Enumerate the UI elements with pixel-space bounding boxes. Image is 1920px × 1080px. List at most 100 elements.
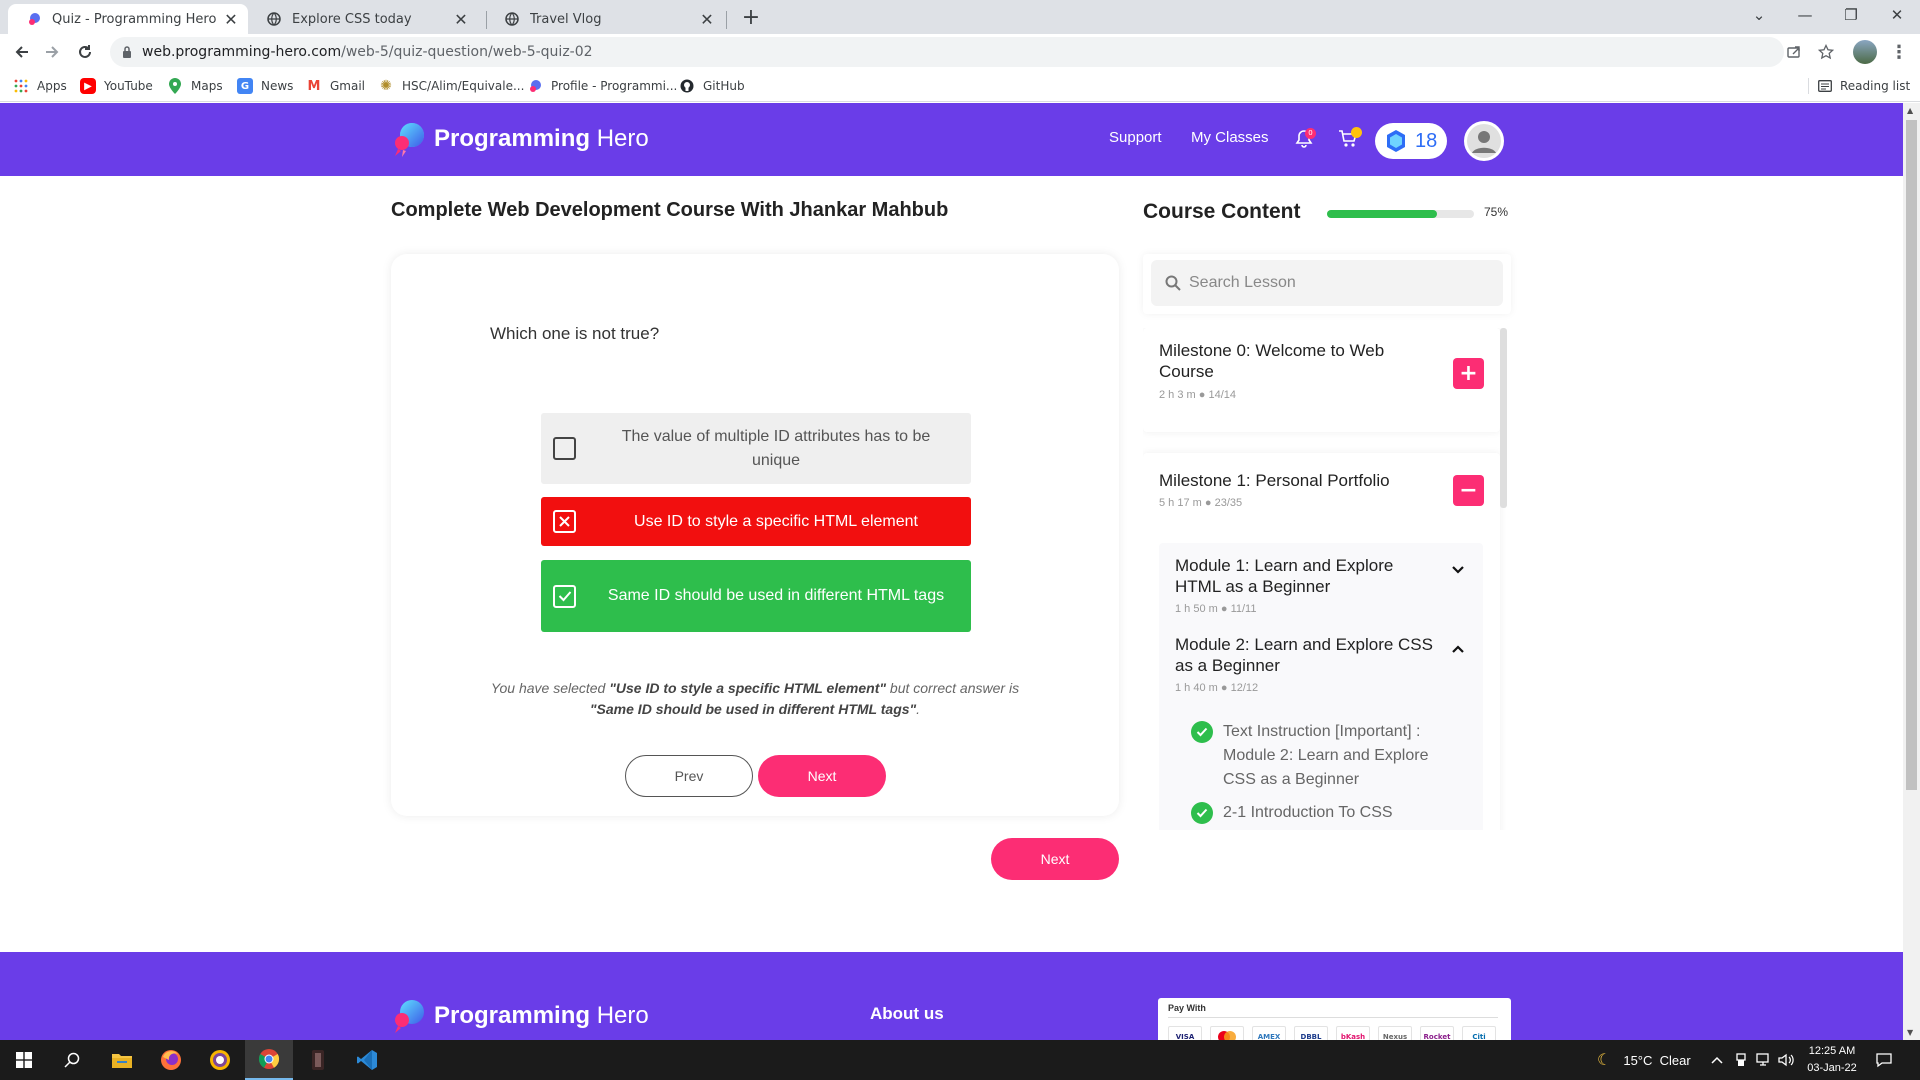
tab-title: Quiz - Programming Hero [52,11,217,27]
bookmark-youtube[interactable]: ▶ YouTube [80,70,153,102]
browser-menu-icon[interactable]: ⋮ [1890,42,1908,63]
lesson-list-scrollbar[interactable] [1500,328,1507,508]
bookmark-apps[interactable]: Apps [13,70,67,102]
milestone-1-card[interactable]: Milestone 1: Personal Portfolio 5 h 17 m… [1143,453,1500,830]
cart-badge [1351,127,1362,138]
tor-browser-icon[interactable] [196,1040,244,1080]
url-domain: web.programming-hero.com [142,44,342,60]
tab-separator [726,11,727,29]
windows-start-icon[interactable] [0,1040,48,1080]
tab-title: Explore CSS today [292,11,412,27]
expand-plus-icon[interactable]: + [1453,358,1484,389]
network-icon[interactable] [1756,1040,1772,1080]
lesson-item[interactable]: 2-1 Introduction To CSS [1191,801,1461,825]
next-lesson-button[interactable]: Next [991,838,1119,880]
browser-profile-avatar[interactable] [1853,40,1877,64]
logo-text-light: Hero [590,125,649,152]
file-explorer-icon[interactable] [98,1040,146,1080]
amex-card-icon: AMEX [1252,1026,1286,1040]
back-arrow-icon[interactable] [8,38,36,66]
shopping-cart-icon[interactable] [1336,127,1362,151]
programming-hero-favicon-icon [527,78,543,94]
chrome-icon[interactable] [245,1040,293,1080]
programming-hero-logo[interactable]: Programming Hero [392,121,649,157]
gems-counter[interactable]: 18 [1375,123,1447,159]
media-app-icon[interactable] [294,1040,342,1080]
chevron-up-icon[interactable] [1449,640,1467,658]
rocket-logo-icon [392,121,426,157]
module-meta: 1 h 50 m ● 11/11 [1175,603,1257,615]
logo-text-bold: Programming [434,125,591,152]
reload-icon[interactable] [71,38,99,66]
scroll-down-arrow-icon[interactable]: ▼ [1907,1028,1913,1037]
module-list: Module 1: Learn and Explore HTML as a Be… [1159,543,1483,830]
option-text: Use ID to style a specific HTML element [634,512,918,530]
quiz-option-1[interactable]: The value of multiple ID attributes has … [541,413,971,484]
footer-logo[interactable]: Programming Hero [392,998,649,1034]
lesson-search-box[interactable] [1151,260,1503,306]
clock-time: 12:25 AM [1808,1045,1856,1057]
scroll-up-arrow-icon[interactable]: ▲ [1907,106,1913,115]
nav-my-classes-link[interactable]: My Classes [1191,129,1269,146]
bookmark-gmail[interactable]: M Gmail [306,70,365,102]
restore-window-icon[interactable]: ❐ [1828,0,1874,30]
browser-toolbar: web.programming-hero.com/web-5/quiz-ques… [0,34,1920,70]
share-icon[interactable] [1780,38,1808,66]
milestone-meta: 2 h 3 m ● 14/14 [1159,389,1236,401]
page-scrollbar-thumb[interactable] [1906,120,1917,790]
user-avatar[interactable] [1464,121,1504,161]
reading-list-button[interactable]: Reading list [1818,70,1910,102]
prev-button[interactable]: Prev [625,755,753,797]
firefox-icon[interactable] [147,1040,195,1080]
module-2-title[interactable]: Module 2: Learn and Explore CSS as a Beg… [1175,634,1435,676]
youtube-icon: ▶ [80,78,96,94]
module-1-title[interactable]: Module 1: Learn and Explore HTML as a Be… [1175,555,1435,597]
quiz-next-button[interactable]: Next [758,755,886,797]
nav-support-link[interactable]: Support [1109,129,1162,146]
bookmark-star-icon[interactable] [1812,38,1840,66]
browser-tab-travel-vlog[interactable]: Travel Vlog ✕ [486,4,724,34]
lock-icon[interactable] [122,46,132,58]
vscode-icon[interactable] [343,1040,391,1080]
close-tab-icon[interactable]: ✕ [452,10,470,29]
minimize-window-icon[interactable]: — [1782,0,1828,30]
close-tab-icon[interactable]: ✕ [698,10,716,29]
quiz-option-2-selected-wrong[interactable]: Use ID to style a specific HTML element [541,497,971,546]
bookmark-hsc[interactable]: ✺ HSC/Alim/Equivale... [378,70,524,102]
usb-device-icon[interactable] [1734,1040,1748,1080]
browser-tab-quiz[interactable]: Quiz - Programming Hero ✕ [8,4,248,34]
empty-checkbox-icon [553,437,576,460]
web-page: Programming Hero Support My Classes 0 18… [0,103,1903,1040]
site-header: Programming Hero Support My Classes 0 18 [0,103,1903,176]
milestone-0-card[interactable]: Milestone 0: Welcome to Web Course 2 h 3… [1143,328,1500,432]
bookmark-label: Apps [37,79,67,93]
volume-icon[interactable] [1778,1040,1794,1080]
site-footer: Programming Hero About us Pay With VISA … [0,952,1903,1040]
lesson-item[interactable]: Text Instruction [Important] : Module 2:… [1191,720,1461,792]
system-clock[interactable]: 12:25 AM 03-Jan-22 [1806,1043,1858,1077]
quiz-option-3-correct[interactable]: Same ID should be used in different HTML… [541,560,971,632]
show-hidden-icons-chevron-icon[interactable] [1711,1040,1723,1080]
search-icon[interactable] [48,1040,96,1080]
address-bar[interactable]: web.programming-hero.com/web-5/quiz-ques… [110,37,1784,67]
browser-tab-explore-css[interactable]: Explore CSS today ✕ [248,4,478,34]
milestone-duration: 2 h 3 m [1159,389,1196,401]
notification-bell-icon[interactable]: 0 [1292,127,1316,151]
course-content-title: Course Content [1143,200,1301,223]
feedback-text: You have selected [490,680,610,696]
search-lesson-input[interactable] [1189,274,1489,292]
close-tab-icon[interactable]: ✕ [222,10,240,29]
new-tab-button[interactable]: + [737,4,765,32]
chevron-down-icon[interactable] [1449,561,1467,579]
collapse-minus-icon[interactable]: − [1453,475,1484,506]
tab-search-chevron-icon[interactable]: ⌄ [1736,0,1782,30]
windows-taskbar: ☾ 15°C Clear 12:25 AM 03-Jan-22 [0,1040,1920,1080]
close-window-icon[interactable]: ✕ [1874,0,1920,30]
weather-widget[interactable]: ☾ 15°C Clear [1597,1040,1691,1080]
bookmark-maps[interactable]: Maps [167,70,223,102]
bookmark-profile[interactable]: Profile - Programmi... [527,70,677,102]
bookmark-news[interactable]: G News [237,70,293,102]
bookmark-github[interactable]: GitHub [679,70,745,102]
action-center-icon[interactable] [1876,1040,1892,1080]
forward-arrow-icon[interactable] [38,38,66,66]
